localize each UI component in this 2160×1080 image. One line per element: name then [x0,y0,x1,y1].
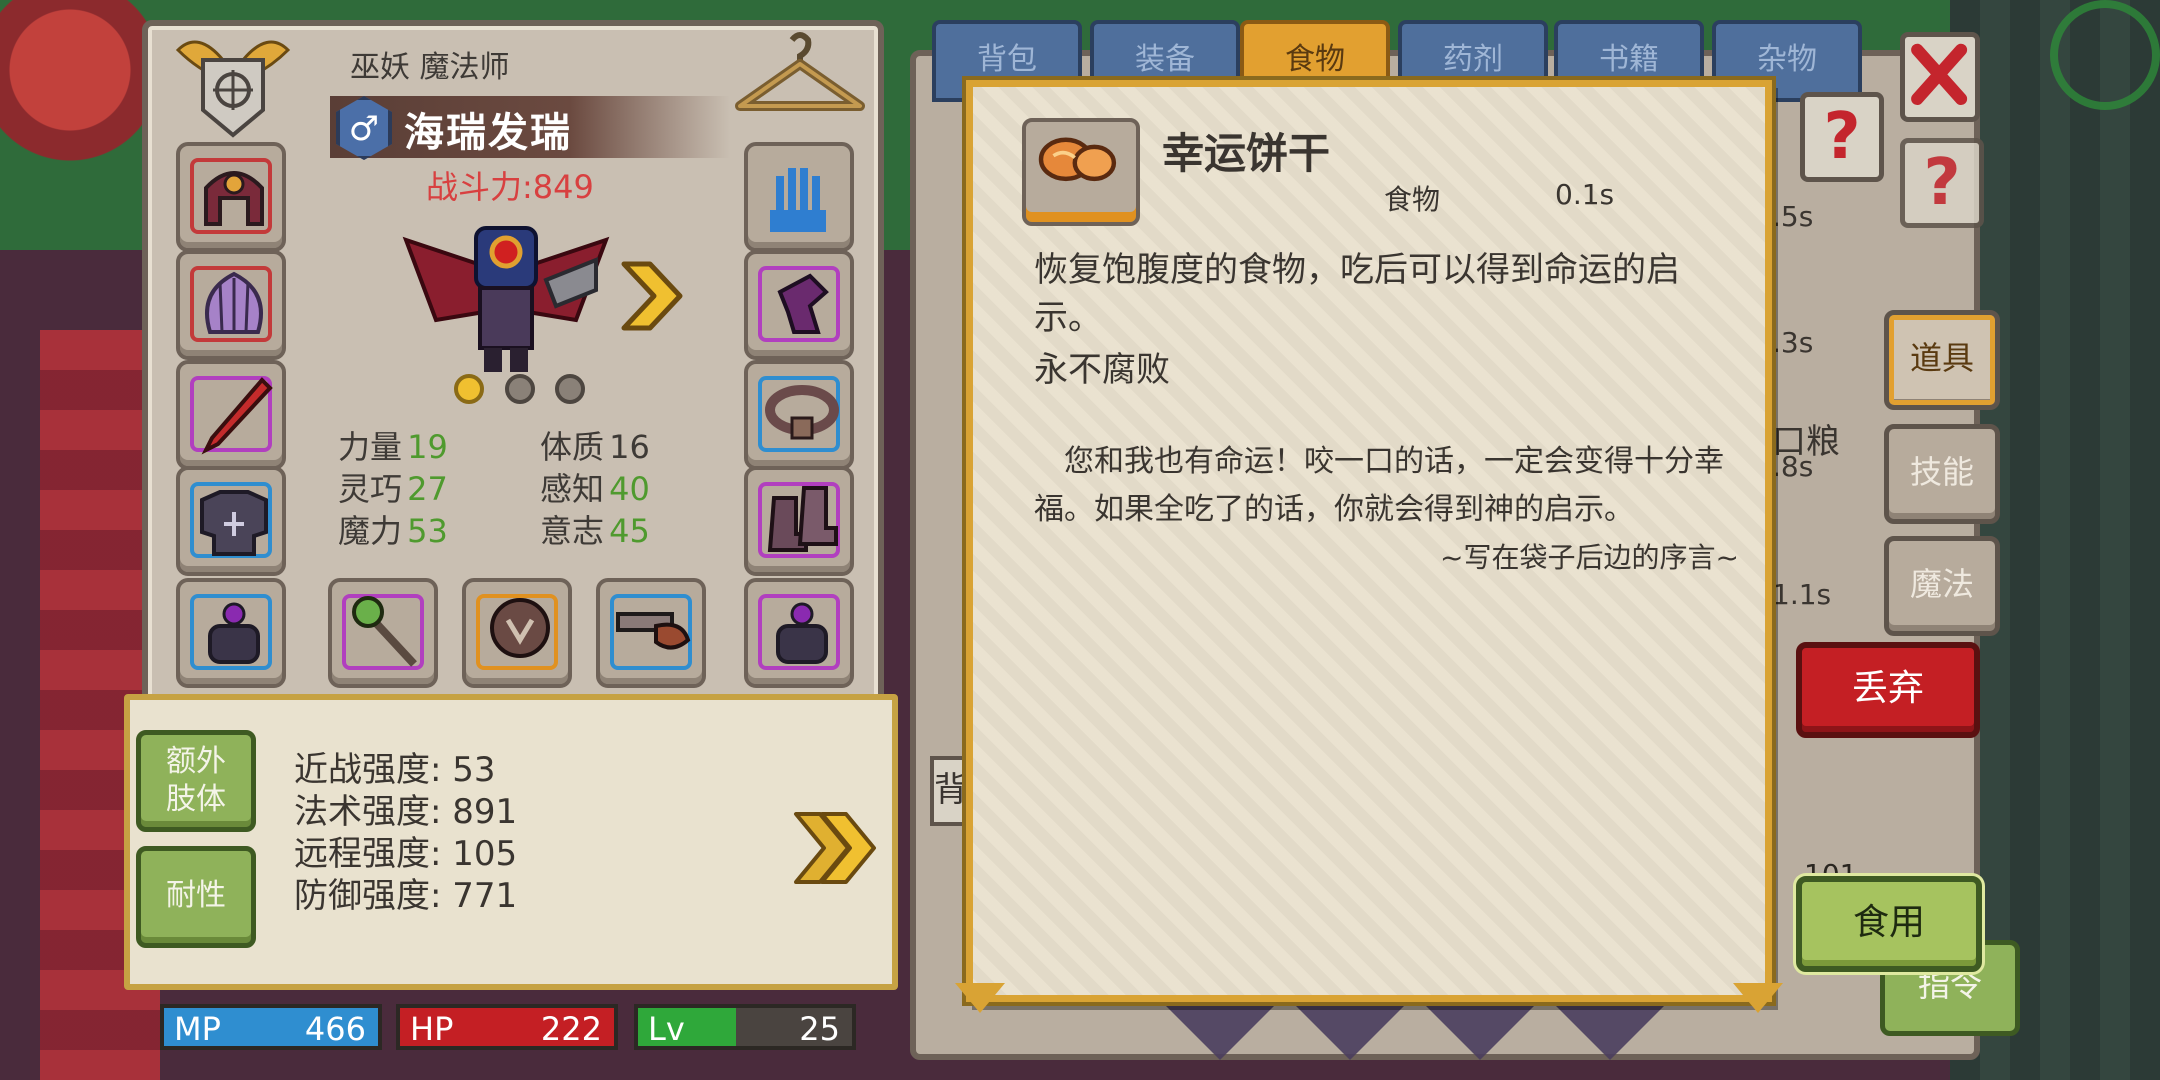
items-button[interactable]: 道具 [1884,310,2000,410]
list-item-weight: .5s [1772,200,1814,233]
page-dot-2[interactable] [505,374,535,404]
equip-slot-weapon[interactable] [176,360,286,470]
mp-value: 466 [304,1010,366,1048]
hp-bar: HP 222 [396,1004,618,1050]
page-dot-1[interactable] [454,374,484,404]
stat-value: 19 [407,428,448,466]
stat-dexterity: 灵巧 27 [338,464,448,510]
level-value: 25 [799,1010,840,1048]
fortune-cookie-icon [1038,137,1117,182]
tree-decoration [0,0,150,180]
equip-slot-amulet[interactable] [462,578,572,688]
item-icon-frame [1022,118,1140,226]
ring-icon [208,602,260,664]
list-item-weight: .3s [1772,326,1814,359]
double-chevron-right-icon[interactable] [792,808,878,888]
stat-label: 力量 [338,428,403,466]
stat-value: 16 [609,428,650,466]
equip-slot-boots[interactable] [744,466,854,576]
level-label: Lv [648,1010,685,1048]
gauntlet-icon [777,273,829,334]
next-character-arrow-icon[interactable] [616,258,686,334]
equip-slot-gun[interactable] [596,578,706,688]
list-item-weight: 1.1s [1772,578,1832,611]
equip-slot-helmet[interactable] [176,142,286,252]
discard-button[interactable]: 丢弃 [1796,642,1980,738]
item-flavor-text: 您和我也有命运！咬一口的话，一定会变得十分幸福。如果全吃了的话，你就会得到神的启… [1034,444,1724,527]
stat-label: 体质 [540,428,605,466]
equip-slot-staff[interactable] [328,578,438,688]
amulet-icon [490,598,550,658]
help-icon[interactable]: ? [1800,92,1884,182]
stat-value: 53 [407,512,448,550]
equip-slot-shell[interactable] [176,250,286,360]
blue-claw-icon [770,168,826,232]
stat-value: 40 [609,470,650,508]
item-name: 幸运饼干 [1162,129,1331,178]
level-bar: Lv 25 [634,1004,856,1050]
blade-icon [201,377,273,455]
stat-label: 感知 [540,470,605,508]
close-icon [1911,43,1968,105]
stat-value: 27 [407,470,448,508]
defense-strength: 防御强度: 771 [294,876,518,916]
magic-button[interactable]: 魔法 [1884,536,2000,636]
mp-bar: MP 466 [160,1004,382,1050]
page-dot-3[interactable] [555,374,585,404]
staff-icon [352,596,417,667]
item-category: 食物 [1384,183,1441,216]
mp-label: MP [174,1010,221,1048]
ring-icon [776,602,828,664]
hp-label: HP [410,1010,454,1048]
stat-value: 45 [609,512,650,550]
boots-icon [767,486,838,552]
scroll-up-icon[interactable] [2050,0,2160,110]
equip-slot-belt[interactable] [744,360,854,470]
combat-power: 战斗力:849 [426,168,594,206]
class-emblem-icon [175,40,291,138]
gun-icon [616,612,691,650]
character-name: 海瑞发瑞 [404,110,572,156]
item-flavor-signature: ~写在袋子后边的序言~ [1440,541,1739,574]
shell-icon [205,271,263,334]
stat-label: 魔力 [338,512,403,550]
equip-slot-ring-left[interactable] [176,578,286,688]
belt-icon [765,385,839,440]
armor-icon [200,490,268,556]
equip-slot-gauntlet[interactable] [744,250,854,360]
item-description: 恢复饱腹度的食物，吃后可以得到命运的启示。 [1034,250,1680,338]
hanger-icon[interactable] [730,28,870,118]
list-item-weight: .8s [1772,450,1814,483]
helmet-icon [204,171,264,226]
stat-label: 灵巧 [338,470,403,508]
stat-will: 意志 45 [540,506,650,552]
stat-perception: 感知 40 [540,464,650,510]
hero-sprite [402,226,610,372]
help-icon[interactable]: ? [1900,138,1984,228]
stat-strength: 力量 19 [338,422,448,468]
stat-label: 意志 [540,512,605,550]
class-label: 巫妖 魔法师 [350,50,510,85]
stat-constitution: 体质 16 [540,422,650,468]
equip-slot-gloves[interactable] [744,142,854,252]
extra-limb-button[interactable]: 额外 肢体 [136,730,256,832]
eat-button[interactable]: 食用 [1796,876,1982,972]
backpack-tab-stub[interactable]: 背 [930,756,970,826]
resistance-button[interactable]: 耐性 [136,846,256,948]
equip-slot-armor[interactable] [176,466,286,576]
item-weight: 0.1s [1555,178,1615,211]
equip-slot-ring-right[interactable] [744,578,854,688]
stat-magic: 魔力 53 [338,506,448,552]
close-button[interactable] [1900,32,1980,122]
hp-value: 222 [540,1010,602,1048]
skills-button[interactable]: 技能 [1884,424,2000,524]
item-property: 永不腐败 [1034,350,1170,390]
